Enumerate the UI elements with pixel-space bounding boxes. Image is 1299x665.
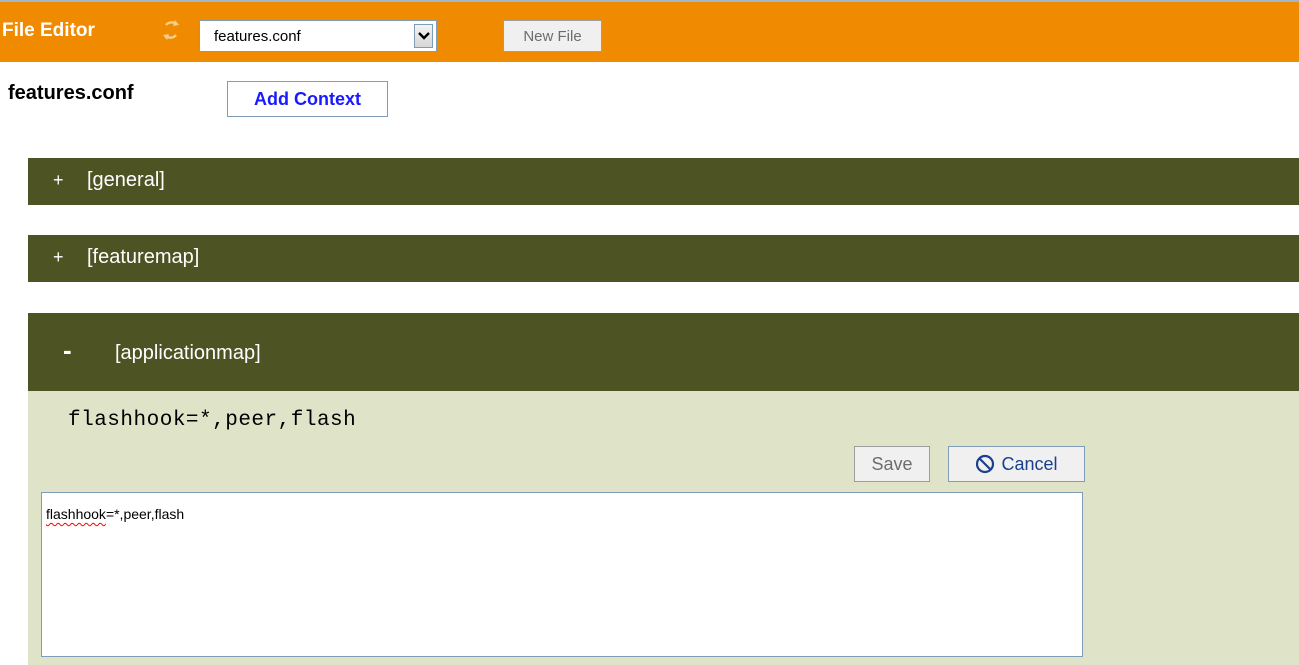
context-header-applicationmap[interactable]: - [applicationmap] [28, 313, 1299, 391]
context-editor-textarea[interactable]: flashhook=*,peer,flash [41, 492, 1083, 657]
file-select-value: features.conf [214, 28, 301, 45]
context-name: [applicationmap] [115, 342, 261, 364]
context-header-general[interactable]: + [general] [28, 158, 1299, 205]
page: File Editor features.conf New File featu… [0, 0, 1299, 665]
new-file-button[interactable]: New File [503, 20, 602, 52]
refresh-icon[interactable] [160, 19, 182, 41]
context-header-featuremap[interactable]: + [featuremap] [28, 235, 1299, 282]
cancel-label: Cancel [1001, 453, 1058, 474]
save-button[interactable]: Save [854, 446, 930, 482]
chevron-down-icon[interactable] [414, 24, 433, 48]
current-file-name: features.conf [8, 82, 134, 104]
context-line-preview[interactable]: flashhook=*,peer,flash [68, 409, 356, 432]
misspelled-word: flashhook [46, 506, 106, 522]
cancel-button[interactable]: Cancel [948, 446, 1085, 482]
file-editor-toolbar: File Editor features.conf New File [0, 0, 1299, 62]
cancel-icon [976, 454, 995, 474]
collapse-toggle[interactable]: - [63, 335, 72, 366]
context-body-applicationmap: flashhook=*,peer,flash Save Cancel flash… [28, 391, 1299, 665]
file-select-dropdown[interactable]: features.conf [199, 20, 437, 52]
add-context-button[interactable]: Add Context [227, 81, 388, 117]
file-editor-title: File Editor [2, 20, 95, 41]
context-name: [featuremap] [87, 246, 200, 268]
editor-content: flashhook=*,peer,flash [46, 506, 184, 522]
context-name: [general] [87, 169, 165, 191]
expand-toggle[interactable]: + [53, 247, 64, 268]
expand-toggle[interactable]: + [53, 170, 64, 191]
editor-text-rest: =*,peer,flash [105, 506, 185, 522]
